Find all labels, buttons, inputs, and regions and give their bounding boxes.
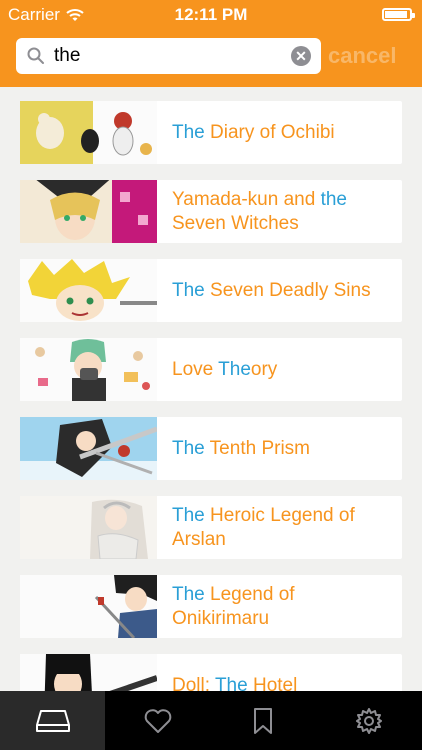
result-row[interactable]: The Heroic Legend of Arslan — [20, 496, 402, 559]
tab-settings[interactable] — [316, 691, 421, 750]
result-row[interactable]: Yamada-kun and the Seven Witches — [20, 180, 402, 243]
result-title: The Diary of Ochibi — [172, 121, 335, 143]
search-icon — [27, 47, 44, 64]
gear-icon — [355, 707, 382, 734]
search-input[interactable] — [54, 43, 284, 69]
status-time: 12:11 PM — [174, 5, 248, 24]
result-row[interactable]: The Tenth Prism — [20, 417, 402, 480]
result-title: The Legend of Onikirimaru — [172, 583, 295, 629]
result-title: The Seven Deadly Sins — [172, 279, 371, 301]
result-row[interactable]: Doll: The Hotel — [20, 654, 402, 691]
cover-thumbnail — [20, 417, 157, 480]
tab-library[interactable] — [0, 691, 105, 750]
cover-thumbnail — [20, 575, 157, 638]
library-icon — [35, 709, 70, 732]
cover-thumbnail — [20, 101, 157, 164]
clear-icon[interactable]: ✕ — [291, 46, 311, 66]
result-title: The Tenth Prism — [172, 437, 310, 459]
tab-bar — [0, 691, 422, 750]
cover-thumbnail — [20, 338, 157, 401]
result-row[interactable]: The Diary of Ochibi — [20, 101, 402, 164]
result-row[interactable]: The Legend of Onikirimaru — [20, 575, 402, 638]
status-bar: Carrier 12:11 PM — [0, 0, 422, 30]
result-title: Love Theory — [172, 358, 278, 380]
cover-thumbnail — [20, 496, 157, 559]
result-title: Doll: The Hotel — [172, 674, 298, 692]
cover-thumbnail — [20, 180, 157, 243]
cover-thumbnail — [20, 259, 157, 322]
result-row[interactable]: Love Theory — [20, 338, 402, 401]
cover-thumbnail — [20, 654, 157, 691]
heart-icon — [144, 708, 171, 733]
search-field[interactable]: ✕ — [16, 38, 321, 74]
cancel-button[interactable]: cancel — [328, 43, 397, 69]
result-row[interactable]: The Seven Deadly Sins — [20, 259, 402, 322]
battery-icon — [382, 8, 415, 21]
bookmark-icon — [253, 707, 272, 734]
top-bar: Carrier 12:11 PM ✕ cancel — [0, 0, 422, 87]
result-title: The Heroic Legend of Arslan — [172, 504, 355, 550]
tab-favorites[interactable] — [105, 691, 210, 750]
result-title: Yamada-kun and the Seven Witches — [172, 188, 347, 234]
tab-bookmarks[interactable] — [210, 691, 315, 750]
results-list: The Diary of Ochibi Yamada-kun and the Se… — [0, 87, 422, 691]
